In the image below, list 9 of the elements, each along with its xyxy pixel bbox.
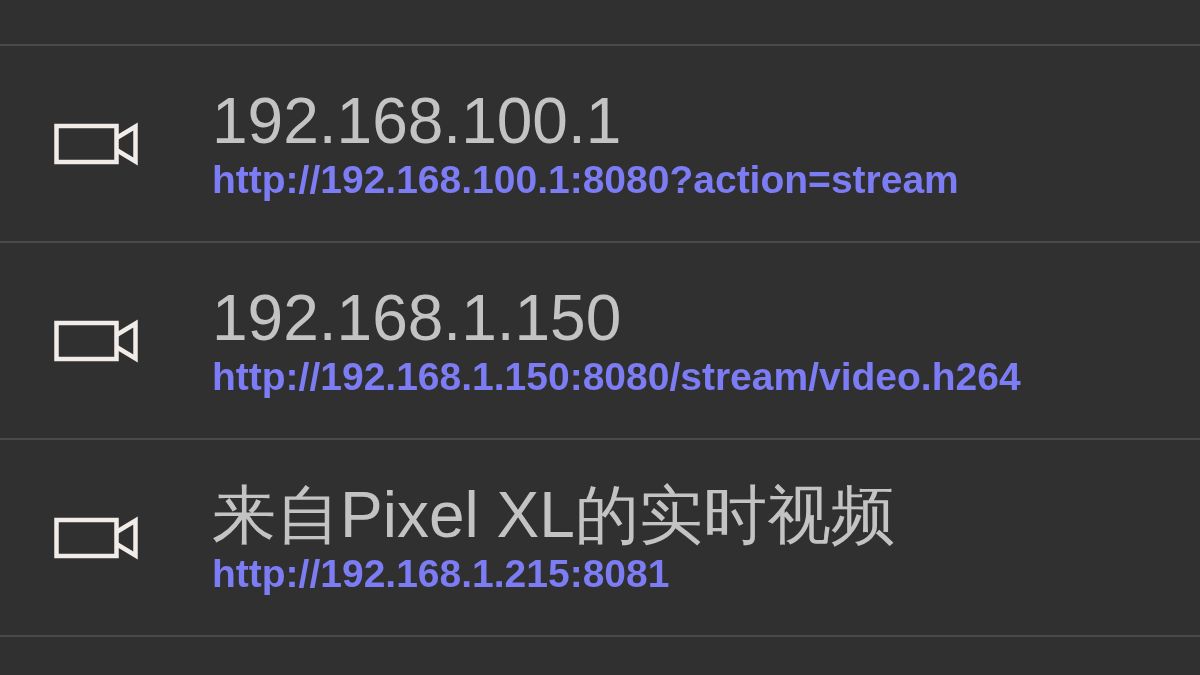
stream-url: http://192.168.1.215:8081: [212, 550, 671, 597]
stream-url: http://192.168.100.1:8080?action=stream: [212, 156, 959, 203]
stream-title: 192.168.1.150: [212, 281, 623, 354]
video-camera-icon: [54, 121, 138, 166]
stream-title: 192.168.100.1: [212, 84, 623, 157]
stream-title: 来自Pixel XL的实时视频: [212, 478, 895, 551]
video-camera-icon: [54, 318, 138, 363]
video-camera-icon: [54, 515, 138, 560]
stream-url: http://192.168.1.150:8080/stream/video.h264: [212, 353, 1021, 400]
